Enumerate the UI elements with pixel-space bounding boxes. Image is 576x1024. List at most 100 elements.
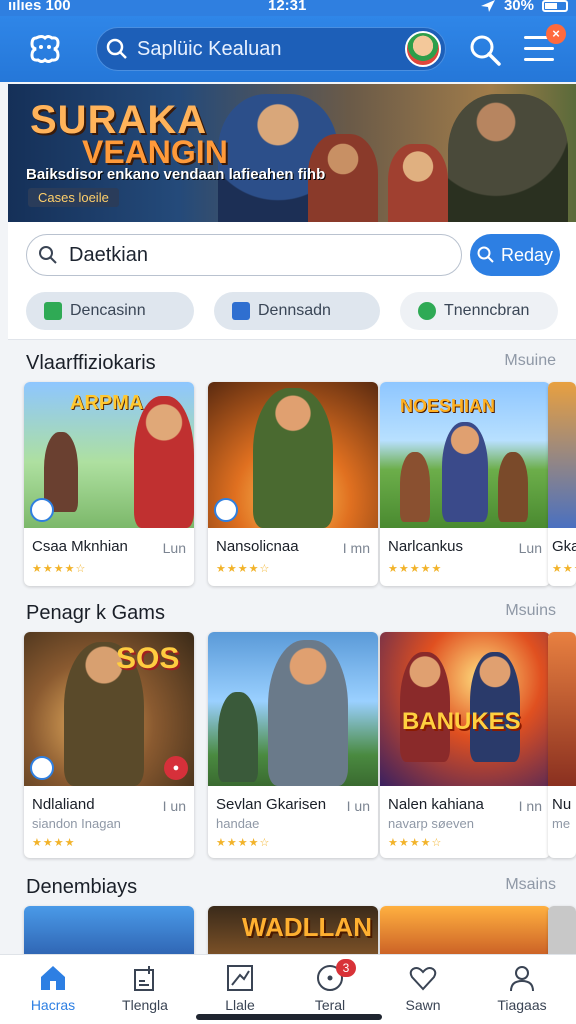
search-panel: Daetkian Reday Dencasinn Dennsadn Tnennc… [8, 222, 576, 340]
location-icon [480, 0, 495, 12]
game-title: Nu [552, 796, 572, 813]
rating-stars: ★★★★★ [388, 563, 443, 575]
rating-stars: ★★★★☆ [216, 563, 271, 575]
rating-stars: ★★★★☆ [32, 563, 87, 575]
notification-badge: 3 [336, 959, 356, 977]
search-field[interactable]: Daetkian [26, 234, 462, 276]
nav-label: Teral [314, 997, 346, 1013]
game-title: Nansolicnaa [216, 538, 299, 555]
search-icon[interactable] [468, 33, 502, 67]
game-character [470, 652, 520, 762]
game-character [498, 452, 528, 522]
search-icon [97, 38, 137, 60]
nav-label: Sawn [405, 997, 441, 1013]
game-thumbnail [208, 382, 378, 528]
thumbnail-overlay-text: SOS [116, 642, 180, 675]
menu-badge: × [546, 24, 566, 44]
nav-label: Tiagaas [497, 997, 547, 1013]
nav-item-llale[interactable]: Llale [194, 963, 286, 1013]
chip-dennsadn[interactable]: Dennsadn [214, 292, 380, 330]
section-title: Vlaarffiziokaris [26, 352, 156, 374]
game-tag: Lun [518, 540, 542, 556]
add-document-icon [134, 966, 154, 991]
nav-label: Llale [225, 997, 255, 1013]
game-card[interactable]: Nu me [548, 632, 576, 858]
banner-pill[interactable]: Cases loeile [28, 188, 119, 207]
game-thumbnail [548, 382, 576, 528]
publisher-icon: ● [164, 756, 188, 780]
thumbnail-overlay-text: NOESHIAN [400, 396, 496, 416]
nav-item-sawn[interactable]: Sawn [377, 963, 469, 1013]
game-subtitle: handae [216, 816, 260, 831]
chip-label: Tnenncbran [444, 302, 530, 319]
game-thumbnail: ARPMA [24, 382, 194, 528]
game-title: Narlcankus [388, 538, 464, 555]
header-search-bar[interactable]: Saplüic Kealuan [96, 27, 446, 71]
menu-button[interactable]: × [524, 24, 566, 64]
heart-icon [409, 967, 437, 991]
section-more-link[interactable]: Msains [505, 876, 556, 894]
game-subtitle: siandon Inagan [32, 816, 121, 831]
calendar-icon [232, 302, 250, 320]
game-tag: I un [346, 798, 370, 814]
home-icon [41, 966, 65, 990]
search-icon [27, 245, 69, 265]
game-thumbnail [208, 632, 378, 786]
chip-tnenncbran[interactable]: Tnenncbran [400, 292, 558, 330]
game-card[interactable]: ARPMA Csaa Mknhian Lun ★★★★☆ [24, 382, 194, 586]
chip-label: Dencasinn [70, 302, 146, 319]
game-thumbnail: NOESHIAN [380, 382, 550, 528]
nav-item-home[interactable]: Hacras [7, 963, 99, 1013]
avatar[interactable] [405, 31, 441, 67]
game-character [253, 388, 333, 528]
chip-dencasinn[interactable]: Dencasinn [26, 292, 194, 330]
promo-banner[interactable]: SURAKA VEANGIN Baiksdisor enkano vendaan… [8, 84, 576, 222]
nav-item-tlengla[interactable]: Tlengla [99, 963, 191, 1013]
game-character [134, 396, 194, 528]
game-subtitle: me [552, 816, 571, 831]
game-title: Nalen kahiana [388, 796, 484, 813]
game-card[interactable]: SOS ● Ndlaliand I un siandon Inagan ★★★★ [24, 632, 194, 858]
game-card[interactable]: Sevlan Gkarisen I un handae ★★★★☆ [208, 632, 378, 858]
section-title: Denembiays [26, 876, 138, 898]
header-search-input[interactable]: Saplüic Kealuan [137, 38, 405, 61]
game-card[interactable]: Nansolicnaa I mn ★★★★☆ [208, 382, 378, 586]
ready-label: Reday [500, 244, 554, 265]
game-title: Ndlaliand [32, 796, 95, 813]
thumbnail-overlay-text: WADLLAN [242, 912, 372, 942]
section-more-link[interactable]: Msuine [504, 352, 556, 370]
home-indicator[interactable] [196, 1014, 382, 1020]
game-tag: I un [162, 798, 186, 814]
game-character [218, 692, 258, 782]
game-subtitle: navarp søeven [388, 816, 474, 831]
section-more-link[interactable]: Msuins [505, 602, 556, 620]
game-card[interactable]: Gka ★★★ [548, 382, 576, 586]
profile-icon [510, 966, 534, 992]
platform-icon [214, 498, 238, 522]
nav-item-teral[interactable]: Teral 3 [284, 959, 376, 1013]
game-character [400, 452, 430, 522]
game-tag: I mn [342, 540, 370, 556]
game-title: Gka [552, 538, 576, 555]
banner-subtitle: Baiksdisor enkano vendaan lafieahen fihb [26, 166, 326, 183]
game-card[interactable]: NOESHIAN Narlcankus Lun ★★★★★ [380, 382, 550, 586]
signal-text: ıılıes 100 [8, 0, 71, 14]
nav-label: Tlengla [122, 997, 168, 1013]
status-bar: ıılıes 100 12:31 30% [0, 0, 576, 16]
rating-stars: ★★★★☆ [388, 837, 443, 849]
game-card[interactable]: BANUKES Nalen kahiana I nn navarp søeven… [380, 632, 550, 858]
nav-item-tiagaas[interactable]: Tiagaas [476, 963, 568, 1013]
rating-stars: ★★★★☆ [216, 837, 271, 849]
game-tag: Lun [162, 540, 186, 556]
ready-button[interactable]: Reday [470, 234, 560, 276]
game-title: Csaa Mknhian [32, 538, 128, 555]
app-header: Saplüic Kealuan × [0, 16, 576, 82]
banner-warrior-figure [448, 94, 568, 222]
app-logo-icon[interactable] [28, 32, 62, 66]
chip-label: Dennsadn [258, 302, 331, 319]
rating-stars: ★★★ [552, 563, 576, 575]
status-right: 30% [480, 0, 568, 14]
search-input[interactable]: Daetkian [69, 244, 148, 267]
menu-bar [524, 58, 554, 61]
menu-bar [524, 47, 554, 50]
